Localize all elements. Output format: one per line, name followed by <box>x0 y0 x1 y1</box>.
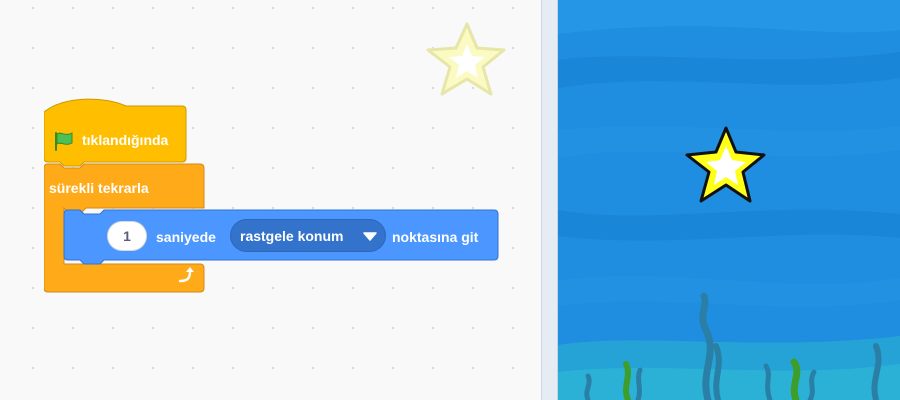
loop-arrow-icon <box>178 267 194 283</box>
hat-block-label: tıklandığında <box>82 132 169 148</box>
script-stack[interactable]: tıklandığında sürekli tekrarla 1 saniyed… <box>44 98 504 298</box>
target-dropdown-label: rastgele konum <box>240 227 344 244</box>
glide-tail-label: noktasına git <box>392 229 479 245</box>
sprite-star-thumbnail[interactable] <box>420 18 510 104</box>
seconds-input[interactable]: 1 <box>107 221 147 251</box>
code-area[interactable]: tıklandığında sürekli tekrarla 1 saniyed… <box>0 0 541 400</box>
pane-divider[interactable] <box>541 0 558 400</box>
forever-block-label: sürekli tekrarla <box>49 180 149 196</box>
green-flag-icon <box>55 132 73 151</box>
chevron-down-icon <box>363 232 377 241</box>
seconds-label: saniyede <box>156 229 216 245</box>
seconds-value: 1 <box>123 228 131 244</box>
stage[interactable] <box>558 0 900 400</box>
star-sprite[interactable] <box>682 122 772 208</box>
target-dropdown[interactable]: rastgele konum <box>230 219 386 252</box>
